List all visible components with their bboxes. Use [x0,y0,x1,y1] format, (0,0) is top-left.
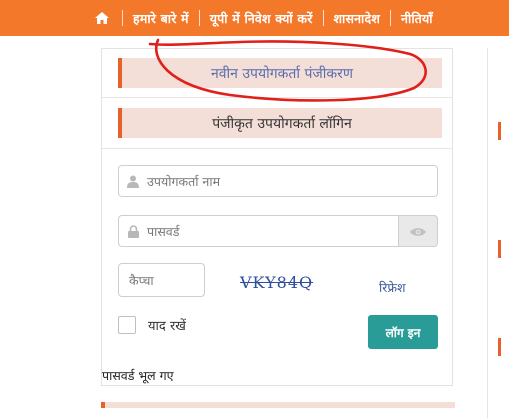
nav-separator [198,10,200,26]
password-field[interactable]: पासवर्ड [118,215,398,247]
username-placeholder: उपयोगकर्ता नाम [147,173,221,189]
lock-icon [119,224,147,238]
username-field[interactable]: उपयोगकर्ता नाम [118,165,438,197]
login-button[interactable]: लॉग इन [368,315,438,349]
top-navigation: हमारे बारे में यूपी में निवेश क्यों करें… [0,0,509,36]
remember-me-checkbox[interactable] [118,316,136,334]
nav-item-policies[interactable]: नीतियाँ [401,10,433,27]
tab-new-user-registration[interactable]: नवीन उपयोगकर्ता पंजीकरण [118,58,442,88]
password-placeholder: पासवर्ड [147,223,180,239]
captcha-input[interactable]: कैप्चा [118,263,205,297]
nav-separator [390,10,392,26]
eye-icon [410,222,426,241]
next-section-tab [101,402,455,408]
right-side-panel-edge [487,48,509,418]
divider [102,148,452,149]
accent-marker [498,240,501,258]
nav-item-government-orders[interactable]: शासनादेश [334,10,381,27]
forgot-password-link[interactable]: पासवर्ड भूल गए [102,367,174,384]
login-panel: नवीन उपयोगकर्ता पंजीकरण पंजीकृत उपयोगकर्… [101,48,453,386]
captcha-image: VKY84Q [240,273,314,292]
tab-registered-user-login[interactable]: पंजीकृत उपयोगकर्ता लॉगिन [118,108,442,138]
show-password-button[interactable] [398,215,438,247]
nav-separator [122,10,123,26]
home-icon[interactable] [92,12,112,24]
remember-me[interactable]: याद रखें [118,316,186,334]
divider [102,97,452,98]
nav-item-about[interactable]: हमारे बारे में [133,10,189,27]
captcha-placeholder: कैप्चा [129,272,154,288]
remember-me-label: याद रखें [148,319,186,334]
user-icon [119,175,147,188]
nav-separator [322,10,324,26]
refresh-captcha-link[interactable]: रिफ्रेश [379,279,406,296]
accent-marker [498,338,501,356]
nav-item-why-invest[interactable]: यूपी में निवेश क्यों करें [210,10,313,27]
accent-marker [498,122,501,140]
